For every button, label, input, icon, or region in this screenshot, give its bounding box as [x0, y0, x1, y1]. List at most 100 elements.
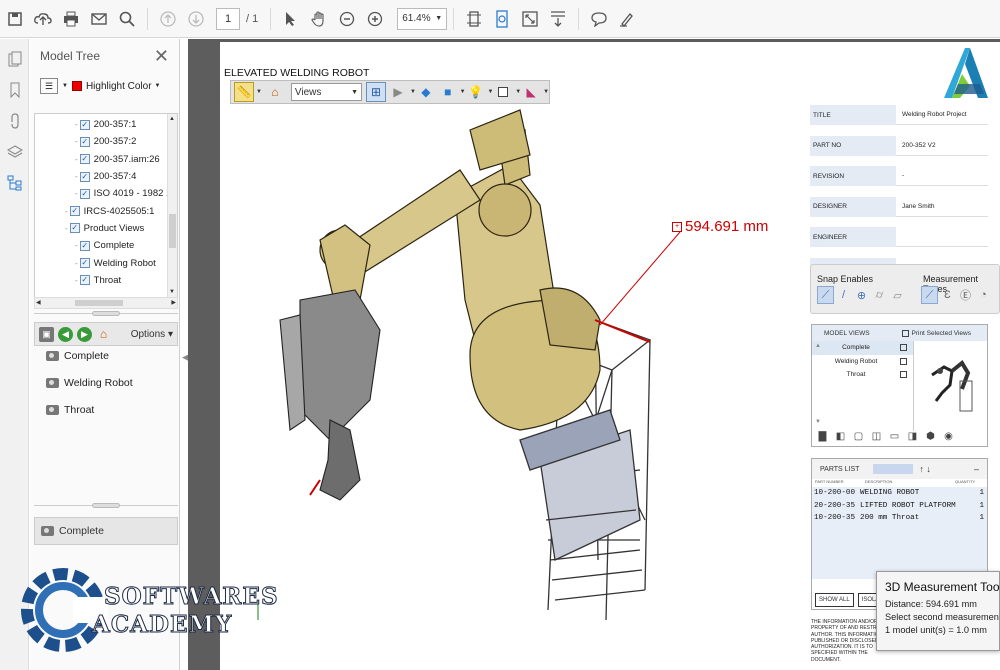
model-view-row[interactable]: Welding Robot: [812, 355, 913, 369]
next-page-icon[interactable]: [183, 6, 209, 32]
list-options-icon[interactable]: ☰: [40, 78, 58, 94]
tree-item[interactable]: - ✓ Welding Robot: [35, 254, 177, 271]
view-list-item[interactable]: Throat: [46, 404, 94, 416]
hand-tool-icon[interactable]: [306, 6, 332, 32]
title-block-value[interactable]: 200-352 V2: [896, 136, 988, 156]
tree-item[interactable]: - ✓ 200-357:1: [35, 116, 177, 133]
title-block-value[interactable]: Jane Smith: [896, 197, 988, 217]
visibility-checkbox[interactable]: ✓: [69, 223, 80, 234]
tree-item[interactable]: - ✓ 200-357:4: [35, 168, 177, 185]
cloud-upload-icon[interactable]: [30, 6, 56, 32]
next-view-icon[interactable]: ▶: [77, 326, 92, 342]
parts-search-input[interactable]: [873, 464, 914, 474]
view-list-item[interactable]: Complete: [46, 350, 109, 362]
select-cursor-icon[interactable]: [278, 6, 304, 32]
home-view-icon[interactable]: ⌂: [96, 327, 111, 342]
show-all-button[interactable]: SHOW ALL: [815, 593, 854, 607]
visibility-checkbox[interactable]: ✓: [79, 119, 90, 130]
render-wire-icon[interactable]: ▢: [851, 429, 866, 443]
tree-item[interactable]: - ✓ IRCS-4025505:1: [35, 202, 177, 219]
scroll-right-icon[interactable]: ▶: [171, 299, 176, 306]
page-number-input[interactable]: 1: [216, 7, 240, 30]
panel-splitter[interactable]: [34, 503, 178, 511]
email-icon[interactable]: [86, 6, 112, 32]
tree-item[interactable]: - ✓ Product Views: [35, 220, 177, 237]
tree-item[interactable]: - ✓ 200-357:2: [35, 133, 177, 150]
horizontal-scrollbar[interactable]: ◀ ▶: [34, 297, 178, 309]
tree-item[interactable]: - ✓ Complete: [35, 237, 177, 254]
title-block-value[interactable]: [896, 227, 988, 248]
comment-icon[interactable]: [586, 6, 612, 32]
render-solid-icon[interactable]: ▇: [815, 429, 830, 443]
scroll-up-icon[interactable]: ▲: [815, 343, 821, 349]
background-color-icon[interactable]: [493, 82, 513, 102]
scroll-down-icon[interactable]: ▼: [169, 289, 175, 295]
visibility-checkbox[interactable]: ✓: [79, 275, 90, 286]
full-screen-icon[interactable]: [517, 6, 543, 32]
projection-icon[interactable]: ◆: [416, 82, 436, 102]
bookmark-icon[interactable]: [0, 74, 29, 105]
view-checkbox[interactable]: [900, 371, 907, 379]
attachment-icon[interactable]: [0, 105, 29, 136]
render-illustration-icon[interactable]: ⬢: [923, 429, 938, 443]
previous-view-icon[interactable]: ◀: [58, 326, 73, 342]
tree-item[interactable]: - ✓ Throat: [35, 272, 177, 289]
snap-circle-icon[interactable]: ⊕: [853, 286, 870, 304]
measure-tool-icon[interactable]: 📏: [234, 82, 255, 102]
print-icon[interactable]: [58, 6, 84, 32]
snap-line-icon[interactable]: /: [835, 286, 852, 304]
perpendicular-icon[interactable]: Ɛ: [939, 286, 956, 304]
title-block-value[interactable]: -: [896, 166, 988, 187]
snap-cylinder-icon[interactable]: ⌭: [871, 286, 888, 304]
options-menu[interactable]: Options ▾: [131, 329, 173, 340]
snap-edge-icon[interactable]: ⟋: [817, 286, 834, 304]
3d-model-viewport[interactable]: [250, 100, 810, 620]
view-checkbox[interactable]: [900, 344, 907, 352]
parts-row[interactable]: 10-200-00 WELDING ROBOT 1: [812, 487, 987, 500]
zoom-select[interactable]: 61.4% ▼: [397, 7, 448, 30]
model-view-row[interactable]: Complete: [812, 341, 913, 355]
rotate-view-icon[interactable]: [489, 6, 515, 32]
model-tree-icon[interactable]: [0, 167, 29, 198]
parts-row[interactable]: 20-200-35 LIFTED ROBOT PLATFORM 1: [812, 500, 987, 513]
render-target-icon[interactable]: ◉: [941, 429, 956, 443]
home-view-icon[interactable]: ⌂: [265, 82, 285, 102]
zoom-out-icon[interactable]: [334, 6, 360, 32]
highlight-pen-icon[interactable]: [614, 6, 640, 32]
panel-splitter[interactable]: [34, 311, 178, 319]
vertical-scrollbar[interactable]: ▲ ▼: [167, 114, 177, 297]
zoom-in-icon[interactable]: [362, 6, 388, 32]
scroll-down-icon[interactable]: ▼: [815, 419, 821, 425]
tree-view[interactable]: - ✓ 200-357:1- ✓ 200-357:2- ✓ 200-357.iam:26- ✓…: [34, 113, 178, 298]
view-checkbox[interactable]: [900, 357, 907, 365]
render-shaded-icon[interactable]: ◧: [833, 429, 848, 443]
tree-item[interactable]: - ✓ 200-357.iam:26: [35, 151, 177, 168]
camera-view-icon[interactable]: ▣: [39, 326, 54, 342]
scrollbar-thumb[interactable]: [75, 300, 123, 306]
render-transparent-icon[interactable]: ◨: [905, 429, 920, 443]
visibility-checkbox[interactable]: ✓: [79, 188, 90, 199]
highlight-color-picker[interactable]: ☰ ▼ Highlight Color ▼: [30, 73, 179, 99]
sort-arrows-icon[interactable]: ↑ ↓: [919, 464, 931, 474]
pages-icon[interactable]: [0, 43, 29, 74]
render-outline-icon[interactable]: ▭: [887, 429, 902, 443]
scroll-mode-icon[interactable]: [545, 6, 571, 32]
fit-page-icon[interactable]: [461, 6, 487, 32]
save-icon[interactable]: [2, 6, 28, 32]
model-tree-toggle-icon[interactable]: ⊞: [366, 82, 387, 102]
title-block-value[interactable]: Welding Robot Project: [896, 105, 988, 125]
visibility-checkbox[interactable]: ✓: [79, 240, 90, 251]
scroll-up-icon[interactable]: ▲: [169, 116, 175, 122]
visibility-checkbox[interactable]: ✓: [79, 154, 90, 165]
highlight-color-swatch[interactable]: [71, 81, 82, 91]
search-icon[interactable]: [114, 6, 140, 32]
visibility-checkbox[interactable]: ✓: [69, 206, 80, 217]
views-dropdown[interactable]: Views ▼: [290, 83, 363, 101]
render-mode-icon[interactable]: ■: [438, 82, 458, 102]
minimize-icon[interactable]: –: [974, 464, 979, 474]
layers-icon[interactable]: [0, 136, 29, 167]
snap-plane-icon[interactable]: ▱: [889, 286, 906, 304]
scroll-left-icon[interactable]: ◀: [36, 299, 41, 306]
close-icon[interactable]: ✕: [154, 46, 169, 67]
view-list-item[interactable]: Welding Robot: [46, 377, 133, 389]
